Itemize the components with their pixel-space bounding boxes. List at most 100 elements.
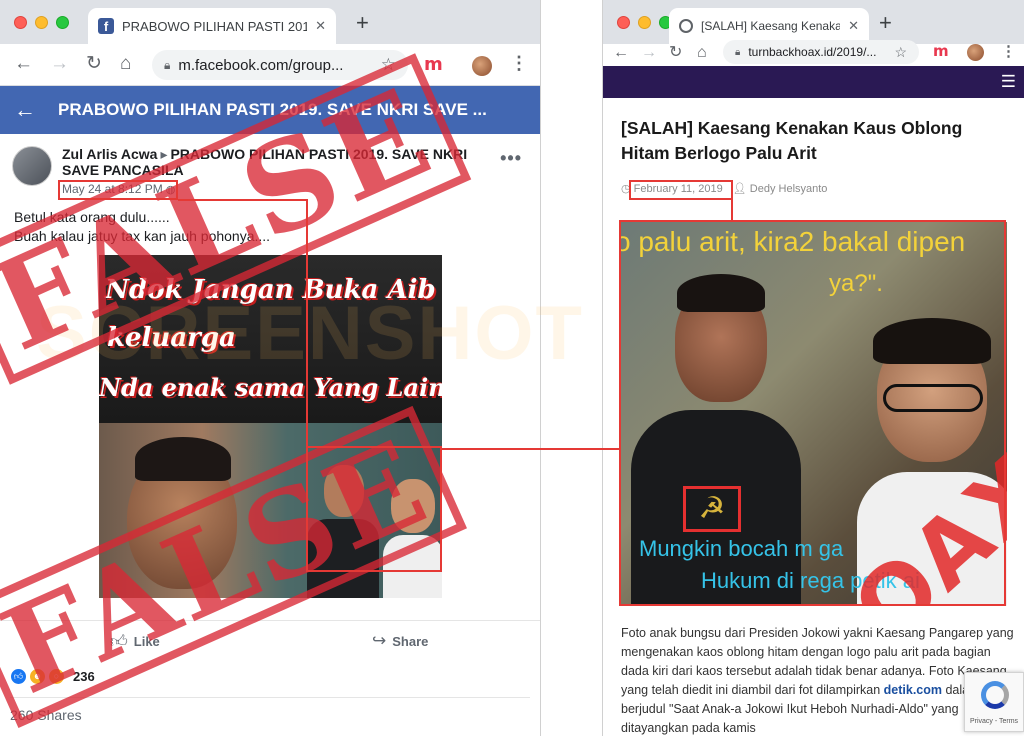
address-bar[interactable]: 🔒︎ turnbackhoax.id/2019/... ☆ bbox=[723, 40, 919, 64]
tab-turnbackhoax[interactable]: [SALAH] Kaesang Kenakan Kau ✕ bbox=[669, 8, 869, 44]
recaptcha-badge[interactable]: Privacy - Terms bbox=[964, 672, 1024, 732]
person-face bbox=[391, 479, 435, 533]
divider bbox=[10, 697, 530, 698]
url-text: turnbackhoax.id/2019/... bbox=[748, 45, 877, 59]
recaptcha-icon bbox=[981, 681, 1009, 709]
meme-caption-line: keluarga bbox=[107, 323, 236, 353]
globe-favicon-icon bbox=[679, 19, 693, 33]
article-author-text: Dedy Helsyanto bbox=[749, 183, 828, 195]
back-arrow-icon[interactable]: ← bbox=[14, 97, 36, 123]
lock-icon: 🔒︎ bbox=[164, 57, 171, 72]
person-shirt bbox=[307, 519, 379, 598]
haha-reaction-icon: ☻ bbox=[29, 668, 46, 685]
window-controls bbox=[14, 16, 69, 29]
recaptcha-text[interactable]: Privacy - Terms bbox=[967, 718, 1021, 725]
address-bar[interactable]: 🔒︎ m.facebook.com/group... ☆ bbox=[152, 50, 408, 80]
article-image[interactable]: o palu arit, kira2 bakal dipen ya?". ☭ M… bbox=[621, 222, 1007, 606]
browser-toolbar: ← → ↻ ⌂ 🔒︎ m.facebook.com/group... ☆ m ⋮ bbox=[0, 44, 540, 86]
url-text: m.facebook.com/group... bbox=[178, 56, 344, 74]
more-options-icon[interactable]: ••• bbox=[500, 148, 522, 169]
browser-menu-icon[interactable]: ⋮ bbox=[510, 53, 528, 74]
tab-title: PRABOWO PILIHAN PASTI 2019 bbox=[122, 18, 308, 34]
new-tab-button[interactable]: + bbox=[356, 12, 369, 34]
browser-toolbar: ← → ↻ ⌂ 🔒︎ turnbackhoax.id/2019/... ☆ m … bbox=[603, 40, 1024, 66]
article-body: Foto anak bungsu dari Presiden Jokowi ya… bbox=[621, 624, 1016, 736]
like-button[interactable]: 👍︎ Like bbox=[110, 631, 160, 652]
image-caption: o palu arit, kira2 bakal dipen bbox=[621, 226, 966, 257]
article-date: ◷ February 11, 2019 bbox=[621, 182, 723, 195]
author-name[interactable]: Zul Arlis Acwa bbox=[62, 146, 157, 162]
article-author[interactable]: 👤︎ Dedy Helsyanto bbox=[733, 182, 828, 195]
home-button[interactable]: ⌂ bbox=[697, 42, 707, 64]
facebook-browser-window: f PRABOWO PILIHAN PASTI 2019 ✕ + ← → ↻ ⌂… bbox=[0, 0, 541, 736]
reload-button[interactable]: ↻ bbox=[669, 42, 682, 64]
bookmark-star-icon[interactable]: ☆ bbox=[381, 55, 396, 75]
post-text-line: Betul kata orang dulu...... bbox=[14, 209, 170, 225]
post-meme-image[interactable]: Ndok Jangan Buka Aib keluarga Nda enak s… bbox=[99, 255, 442, 598]
image-caption: ya?". bbox=[829, 270, 883, 297]
home-button[interactable]: ⌂ bbox=[120, 53, 131, 75]
article-meta: ◷ February 11, 2019 👤︎ Dedy Helsyanto bbox=[621, 182, 827, 195]
turnbackhoax-browser-window: [SALAH] Kaesang Kenakan Kau ✕ + ← → ↻ ⌂ … bbox=[602, 0, 1024, 736]
tab-strip: f PRABOWO PILIHAN PASTI 2019 ✕ + bbox=[0, 0, 540, 44]
caret-right-icon: ▸ bbox=[160, 146, 168, 162]
author-avatar[interactable] bbox=[12, 146, 52, 186]
post-actions-bar: 👍︎ Like ↪ Share bbox=[0, 620, 540, 660]
person-shirt bbox=[383, 535, 442, 598]
shares-count[interactable]: 260 Shares bbox=[10, 707, 82, 723]
close-window-button[interactable] bbox=[617, 16, 630, 29]
article-date-text: February 11, 2019 bbox=[633, 183, 723, 195]
tab-title: [SALAH] Kaesang Kenakan Kau bbox=[701, 19, 840, 33]
browser-menu-icon[interactable]: ⋮ bbox=[1001, 42, 1016, 60]
glasses bbox=[883, 384, 983, 412]
person-hair bbox=[873, 318, 991, 364]
post-text-line: Buah kalau jatuy tax kan jauh pohonya...… bbox=[14, 228, 271, 244]
person-face bbox=[324, 465, 364, 517]
group-title: PRABOWO PILIHAN PASTI 2019. SAVE NKRI SA… bbox=[58, 100, 487, 119]
close-window-button[interactable] bbox=[14, 16, 27, 29]
profile-avatar[interactable] bbox=[472, 56, 492, 76]
new-tab-button[interactable]: + bbox=[879, 12, 892, 34]
article-title: [SALAH] Kaesang Kenakan Kaus Oblong Hita… bbox=[621, 118, 963, 163]
reload-button[interactable]: ↻ bbox=[86, 53, 102, 75]
forward-button[interactable]: → bbox=[641, 42, 657, 64]
back-button[interactable]: ← bbox=[613, 42, 629, 64]
source-link[interactable]: detik.com bbox=[884, 683, 942, 697]
globe-icon: ◍ bbox=[165, 184, 176, 196]
minimize-window-button[interactable] bbox=[35, 16, 48, 29]
tab-strip: [SALAH] Kaesang Kenakan Kau ✕ + bbox=[603, 0, 1024, 44]
extension-m-icon[interactable]: m bbox=[424, 54, 443, 75]
person-hair bbox=[135, 437, 231, 481]
lock-icon: 🔒︎ bbox=[735, 46, 741, 58]
meme-photo bbox=[99, 423, 442, 598]
hamburger-menu-icon[interactable]: ☰ bbox=[1001, 72, 1016, 92]
facebook-favicon-icon: f bbox=[98, 18, 114, 34]
hammer-sickle-icon: ☭ bbox=[683, 486, 741, 532]
back-button[interactable]: ← bbox=[14, 53, 33, 75]
post-header: Zul Arlis Acwa ▸ PRABOWO PILIHAN PASTI 201… bbox=[12, 144, 530, 200]
close-tab-icon[interactable]: ✕ bbox=[848, 18, 859, 34]
group-header-bar: ← PRABOWO PILIHAN PASTI 2019. SAVE NKRI … bbox=[0, 86, 540, 134]
extension-m-icon[interactable]: m bbox=[933, 42, 949, 60]
meme-caption-line: Nda enak sama Yang Lain bbox=[99, 373, 442, 402]
post-timestamp[interactable]: May 24 at 8:12 PM ◍ bbox=[62, 182, 175, 196]
post-text: Betul kata orang dulu...... Buah kalau j… bbox=[14, 208, 270, 246]
meme-caption-line: Ndok Jangan Buka Aib bbox=[105, 275, 436, 305]
person-hair bbox=[677, 274, 765, 312]
tab-facebook[interactable]: f PRABOWO PILIHAN PASTI 2019 ✕ bbox=[88, 8, 336, 44]
close-tab-icon[interactable]: ✕ bbox=[315, 18, 326, 34]
thumbs-up-icon: 👍︎ bbox=[110, 632, 128, 651]
reaction-count: 236 bbox=[73, 669, 95, 684]
screenshot-composite: f PRABOWO PILIHAN PASTI 2019 ✕ + ← → ↻ ⌂… bbox=[0, 0, 1024, 736]
bookmark-star-icon[interactable]: ☆ bbox=[894, 44, 907, 61]
window-controls bbox=[617, 16, 672, 29]
site-header-bar: ☰ bbox=[603, 66, 1024, 98]
maximize-window-button[interactable] bbox=[56, 16, 69, 29]
share-label: Share bbox=[392, 633, 429, 649]
minimize-window-button[interactable] bbox=[638, 16, 651, 29]
post-date: May 24 at 8:12 PM bbox=[62, 182, 163, 196]
profile-avatar[interactable] bbox=[967, 44, 984, 61]
share-button[interactable]: ↪ Share bbox=[372, 631, 428, 651]
reactions-summary[interactable]: 👍︎ ☻ ○ 236 bbox=[10, 668, 95, 685]
forward-button[interactable]: → bbox=[50, 53, 69, 75]
